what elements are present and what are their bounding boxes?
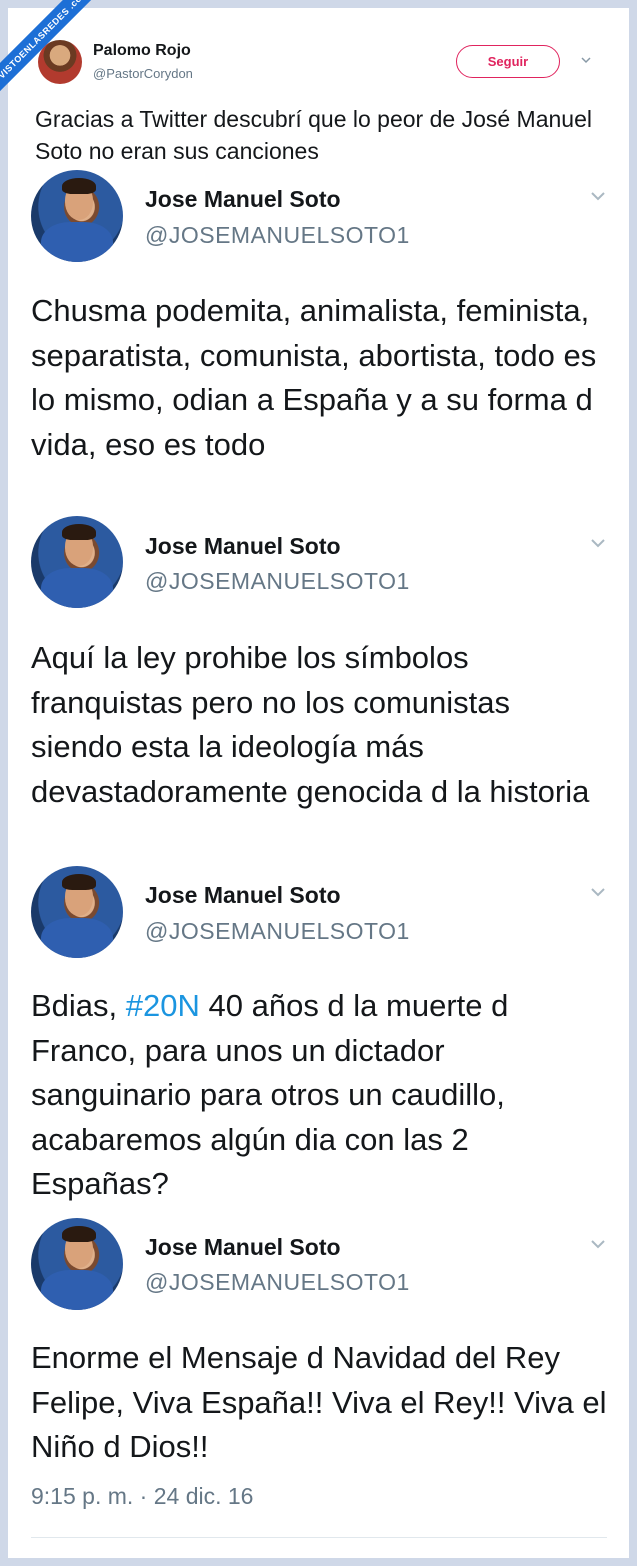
tweet-text-part: Bdias, <box>31 988 126 1023</box>
author-handle[interactable]: @JOSEMANUELSOTO1 <box>145 568 410 595</box>
author-name[interactable]: Jose Manuel Soto <box>145 186 341 213</box>
avatar-hair <box>62 178 96 194</box>
avatar[interactable] <box>31 1218 123 1310</box>
tweet-text: Aquí la ley prohibe los símbolos franqui… <box>31 640 590 809</box>
avatar-hair <box>62 874 96 890</box>
avatar[interactable] <box>31 516 123 608</box>
watermark-ribbon: VISTOENLASREDES .com <box>0 0 110 102</box>
author-name[interactable]: Jose Manuel Soto <box>145 882 341 909</box>
author-handle[interactable]: @JOSEMANUELSOTO1 <box>145 918 410 945</box>
avatar-hair <box>62 524 96 540</box>
author-handle[interactable]: @JOSEMANUELSOTO1 <box>145 1269 410 1296</box>
tweet-text: Enorme el Mensaje d Navidad del Rey Feli… <box>31 1340 607 1464</box>
avatar-shirt <box>41 918 113 958</box>
avatar-shirt <box>41 568 113 608</box>
chevron-down-icon[interactable] <box>578 52 594 68</box>
avatar[interactable] <box>31 866 123 958</box>
chevron-down-icon[interactable] <box>588 1234 608 1254</box>
author-name[interactable]: Jose Manuel Soto <box>145 533 341 560</box>
hashtag-link[interactable]: #20N <box>126 988 200 1023</box>
tweet-text: Bdias, #20N 40 años d la muerte d Franco… <box>31 984 601 1207</box>
chevron-down-icon[interactable] <box>588 882 608 902</box>
tweet-text: Chusma podemita, animalista, feminista, … <box>31 293 597 462</box>
avatar-hair <box>62 1226 96 1242</box>
avatar-shirt <box>41 1270 113 1310</box>
author-name[interactable]: Jose Manuel Soto <box>145 1234 341 1261</box>
divider <box>31 1537 607 1538</box>
chevron-down-icon[interactable] <box>588 186 608 206</box>
chevron-down-icon[interactable] <box>588 533 608 553</box>
timestamp[interactable]: 9:15 p. m. · 24 dic. 16 <box>31 1483 253 1510</box>
avatar-shirt <box>41 222 113 262</box>
follow-button[interactable]: Seguir <box>456 45 560 78</box>
avatar[interactable] <box>31 170 123 262</box>
author-handle[interactable]: @JOSEMANUELSOTO1 <box>145 222 410 249</box>
tweet-text: Gracias a Twitter descubrí que lo peor d… <box>35 106 592 164</box>
watermark: VISTOENLASREDES .com <box>0 0 110 110</box>
